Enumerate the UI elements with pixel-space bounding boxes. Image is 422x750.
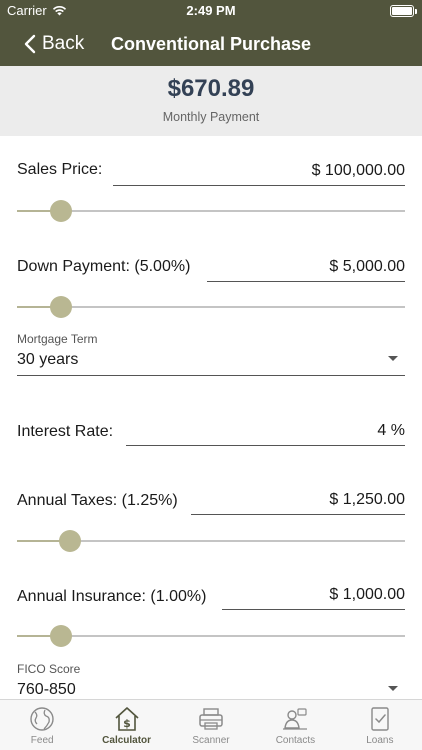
navigation-bar: Back Conventional Purchase [0,22,422,66]
fico-score-label: FICO Score [17,662,81,676]
annual-taxes-label: Annual Taxes: (1.25%) [17,492,178,509]
tab-calculator[interactable]: $ Calculator [84,700,168,750]
annual-insurance-slider[interactable] [17,624,405,648]
mortgage-term-label: Mortgage Term [17,332,98,346]
interest-rate-label: Interest Rate: [17,423,114,440]
slider-thumb[interactable] [50,625,73,647]
down-payment-slider[interactable] [17,295,405,319]
tab-bar: Feed $ Calculator Scanner Contacts Loans [0,699,422,750]
tab-feed[interactable]: Feed [0,700,84,750]
status-bar: Carrier 2:49 PM [0,0,422,22]
down-payment-input[interactable]: $ 5,000.00 [207,256,405,282]
tab-contacts[interactable]: Contacts [253,700,337,750]
tab-loans-label: Loans [366,735,394,746]
battery-icon [390,5,417,17]
sales-price-label: Sales Price: [17,161,103,178]
annual-insurance-input[interactable]: $ 1,000.00 [222,584,405,610]
tab-scanner[interactable]: Scanner [169,700,253,750]
slider-thumb[interactable] [50,200,73,222]
sales-price-input[interactable]: $ 100,000.00 [113,160,405,186]
mortgage-term-value[interactable]: 30 years [17,350,405,376]
interest-rate-input[interactable]: 4 % [126,420,405,446]
tab-calculator-label: Calculator [102,735,152,746]
tab-feed-label: Feed [30,735,54,746]
annual-insurance-label: Annual Insurance: (1.00%) [17,588,207,605]
globe-icon [30,707,54,731]
mortgage-term-selected: 30 years [17,351,79,368]
annual-taxes-input[interactable]: $ 1,250.00 [191,489,405,515]
svg-text:$: $ [123,717,131,730]
tab-scanner-label: Scanner [192,735,230,746]
payment-summary: $670.89 Monthly Payment [0,66,422,136]
checklist-icon [371,707,389,731]
slider-thumb[interactable] [59,530,82,552]
contacts-icon [283,708,308,730]
sales-price-slider[interactable] [17,199,405,223]
monthly-payment-caption: Monthly Payment [162,110,260,124]
page-title: Conventional Purchase [110,34,312,54]
scanner-icon [199,708,223,730]
clock: 2:49 PM [186,3,236,18]
chevron-down-icon [388,356,398,361]
down-payment-label: Down Payment: (5.00%) [17,258,191,275]
tab-contacts-label: Contacts [275,735,316,746]
annual-taxes-slider[interactable] [17,529,405,553]
chevron-down-icon [388,686,398,691]
fico-score-selected: 760-850 [17,681,76,698]
monthly-payment-amount: $670.89 [167,75,255,102]
house-dollar-icon: $ [115,707,139,731]
tab-loans[interactable]: Loans [338,700,422,750]
mortgage-term-select[interactable]: Mortgage Term 30 years [17,332,405,376]
slider-thumb[interactable] [50,296,73,318]
